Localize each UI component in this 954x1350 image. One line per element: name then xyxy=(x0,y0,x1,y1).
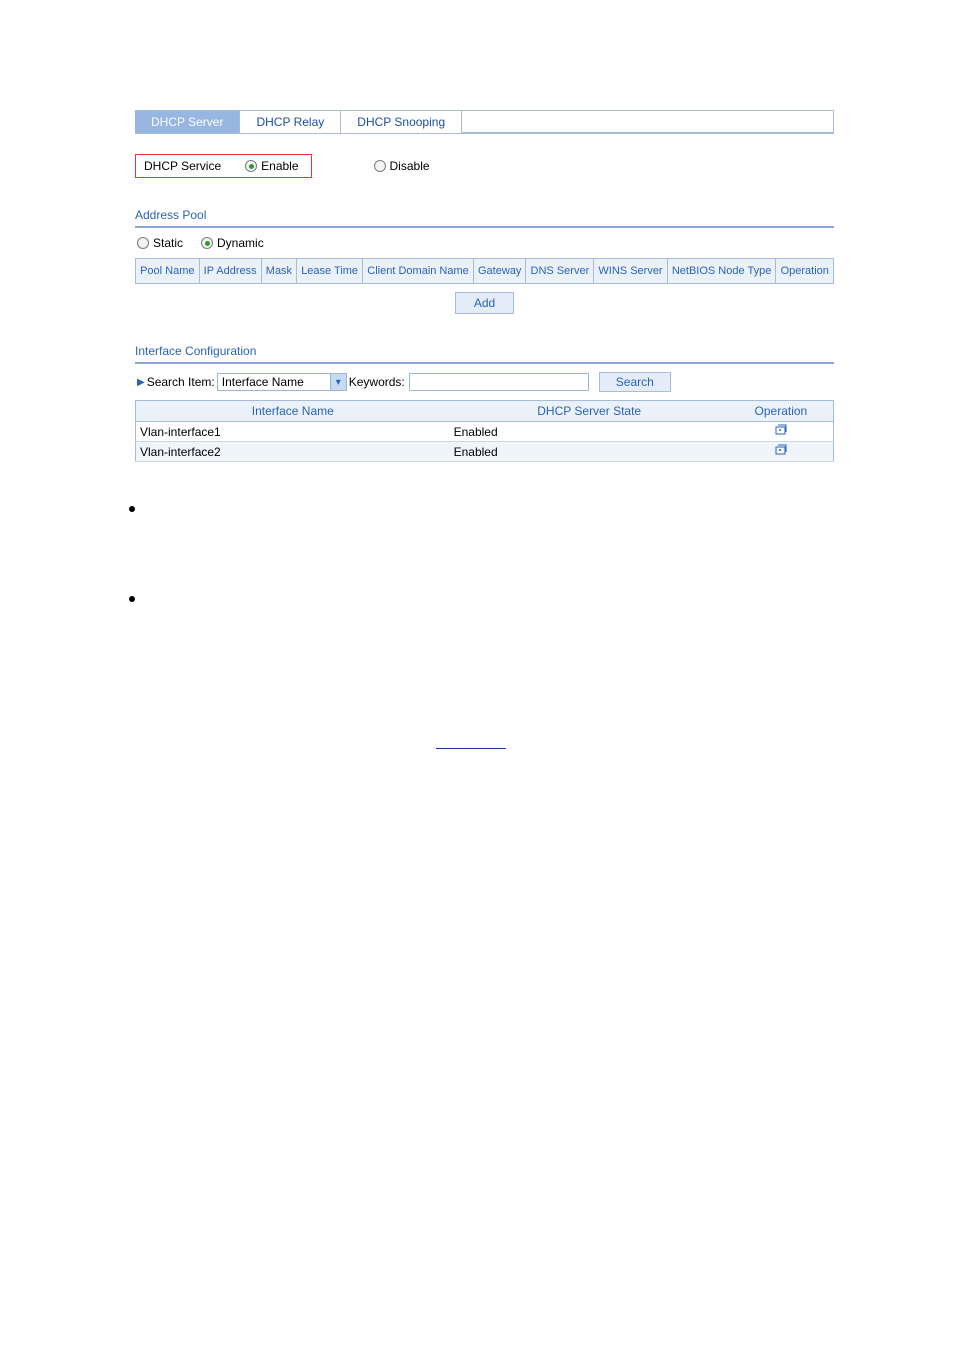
tab-dhcp-relay[interactable]: DHCP Relay xyxy=(240,111,341,133)
triangle-icon: ▶ xyxy=(137,377,145,388)
iface-name: Vlan-interface2 xyxy=(136,442,450,462)
col-dns-server: DNS Server xyxy=(526,259,594,284)
keywords-input[interactable] xyxy=(409,373,589,391)
address-pool-heading: Address Pool xyxy=(135,208,834,228)
dhcp-tabs: DHCP Server DHCP Relay DHCP Snooping xyxy=(135,110,834,134)
table-row: Vlan-interface1 Enabled xyxy=(136,422,834,442)
bullet-item xyxy=(137,592,832,602)
col-ip-address: IP Address xyxy=(199,259,261,284)
edit-icon[interactable] xyxy=(774,424,788,436)
col-dhcp-state: DHCP Server State xyxy=(450,401,729,422)
col-mask: Mask xyxy=(261,259,296,284)
enable-radio[interactable]: Enable xyxy=(245,159,310,173)
iface-state: Enabled xyxy=(450,442,729,462)
dynamic-radio[interactable]: Dynamic xyxy=(201,236,276,250)
col-netbios-type: NetBIOS Node Type xyxy=(667,259,776,284)
disable-label: Disable xyxy=(390,159,430,173)
link-underline[interactable] xyxy=(436,737,506,749)
col-operation: Operation xyxy=(729,401,834,422)
dhcp-service-label: DHCP Service xyxy=(136,159,245,173)
tab-dhcp-server[interactable]: DHCP Server xyxy=(135,111,240,133)
col-interface-name: Interface Name xyxy=(136,401,450,422)
search-item-value: Interface Name xyxy=(222,375,304,389)
static-label: Static xyxy=(153,236,183,250)
iface-name: Vlan-interface1 xyxy=(136,422,450,442)
col-wins-server: WINS Server xyxy=(594,259,667,284)
bullets-list xyxy=(135,502,834,602)
col-pool-name: Pool Name xyxy=(136,259,200,284)
interface-config-heading: Interface Configuration xyxy=(135,344,834,364)
disable-radio[interactable]: Disable xyxy=(312,159,430,173)
radio-unchecked-icon xyxy=(137,237,149,249)
search-item-label: Search Item: xyxy=(147,375,215,389)
bullet-item xyxy=(137,502,832,512)
interface-table: Interface Name DHCP Server State Operati… xyxy=(135,400,834,462)
search-button[interactable]: Search xyxy=(599,372,671,392)
bullet-dot-icon xyxy=(129,596,135,602)
radio-checked-icon xyxy=(245,160,257,172)
dhcp-service-highlight: DHCP Service Enable xyxy=(135,154,312,178)
keywords-label: Keywords: xyxy=(349,375,405,389)
search-item-select[interactable]: Interface Name ▾ xyxy=(217,373,347,391)
radio-checked-icon xyxy=(201,237,213,249)
radio-unchecked-icon xyxy=(374,160,386,172)
table-row: Vlan-interface2 Enabled xyxy=(136,442,834,462)
static-radio[interactable]: Static xyxy=(137,236,195,250)
tab-spacer xyxy=(462,111,834,133)
dhcp-service-row: DHCP Service Enable Disable xyxy=(135,154,834,178)
iface-state: Enabled xyxy=(450,422,729,442)
col-lease-time: Lease Time xyxy=(297,259,363,284)
tab-dhcp-snooping[interactable]: DHCP Snooping xyxy=(341,111,462,133)
enable-label: Enable xyxy=(261,159,298,173)
col-operation: Operation xyxy=(776,259,834,284)
dynamic-label: Dynamic xyxy=(217,236,264,250)
col-client-domain: Client Domain Name xyxy=(363,259,474,284)
chevron-down-icon: ▾ xyxy=(330,374,346,390)
edit-icon[interactable] xyxy=(774,444,788,456)
pool-table: Pool Name IP Address Mask Lease Time Cli… xyxy=(135,258,834,284)
bullet-dot-icon xyxy=(129,506,135,512)
add-button[interactable]: Add xyxy=(455,292,514,314)
col-gateway: Gateway xyxy=(473,259,526,284)
